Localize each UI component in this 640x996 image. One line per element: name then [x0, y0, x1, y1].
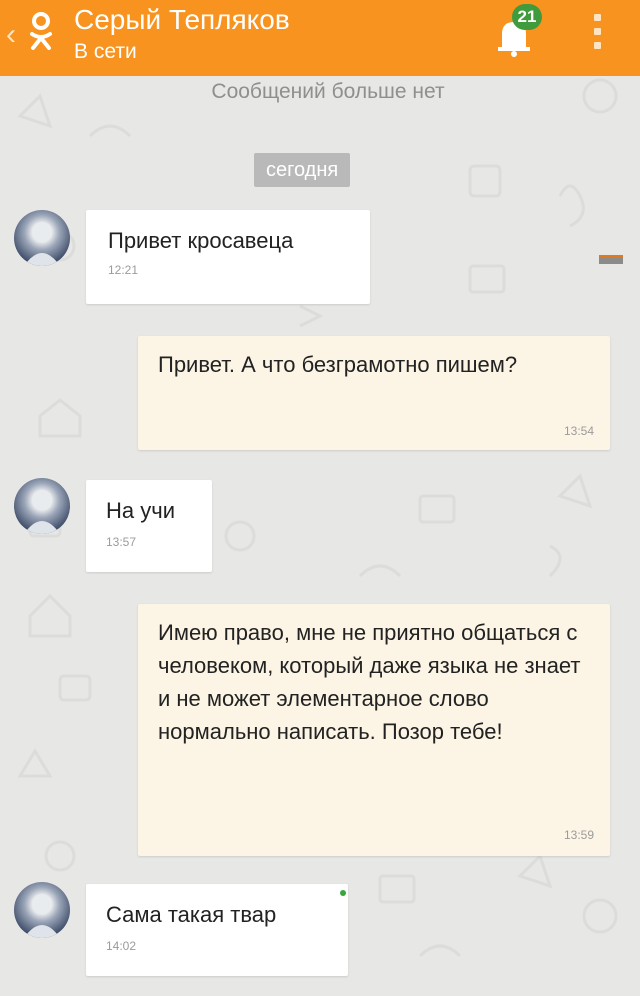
- chat-header: ‹ Серый Тепляков В сети 21: [0, 0, 640, 76]
- message-bubble-incoming[interactable]: На учи 13:57: [86, 480, 212, 572]
- online-dot-icon: [340, 890, 346, 896]
- online-status: В сети: [74, 40, 137, 63]
- date-separator: сегодня: [254, 153, 351, 187]
- message-time: 13:57: [106, 535, 137, 549]
- message-bubble-incoming[interactable]: Привет кросавеца 12:21: [86, 210, 370, 304]
- message-time: 12:21: [108, 263, 139, 277]
- message-time: 13:54: [563, 424, 594, 438]
- no-more-messages-label: Сообщений больше нет: [211, 80, 445, 103]
- message-text: Имею право, мне не приятно общаться с че…: [158, 620, 581, 744]
- message-text: Привет кросавеца: [108, 228, 294, 253]
- avatar[interactable]: [14, 882, 70, 938]
- message-bubble-outgoing[interactable]: Привет. А что безграмотно пишем? 13:54: [138, 336, 610, 450]
- message-text: Сама такая твар: [106, 902, 277, 927]
- vertical-dots-icon[interactable]: [594, 14, 602, 54]
- odnoklassniki-logo-icon[interactable]: [26, 10, 56, 60]
- avatar[interactable]: [14, 210, 70, 266]
- message-bubble-outgoing[interactable]: Имею право, мне не приятно общаться с че…: [138, 604, 610, 856]
- notifications-badge[interactable]: 21: [512, 4, 542, 30]
- message-time: 13:59: [563, 828, 594, 842]
- scroll-indicator[interactable]: [599, 255, 623, 264]
- chevron-left-icon[interactable]: ‹: [6, 20, 16, 50]
- avatar[interactable]: [14, 478, 70, 534]
- message-bubble-incoming[interactable]: Сама такая твар 14:02: [86, 884, 348, 976]
- contact-name[interactable]: Серый Тепляков: [74, 4, 290, 36]
- message-time: 14:02: [106, 939, 137, 953]
- message-text: Привет. А что безграмотно пишем?: [158, 352, 518, 377]
- message-text: На учи: [106, 498, 175, 523]
